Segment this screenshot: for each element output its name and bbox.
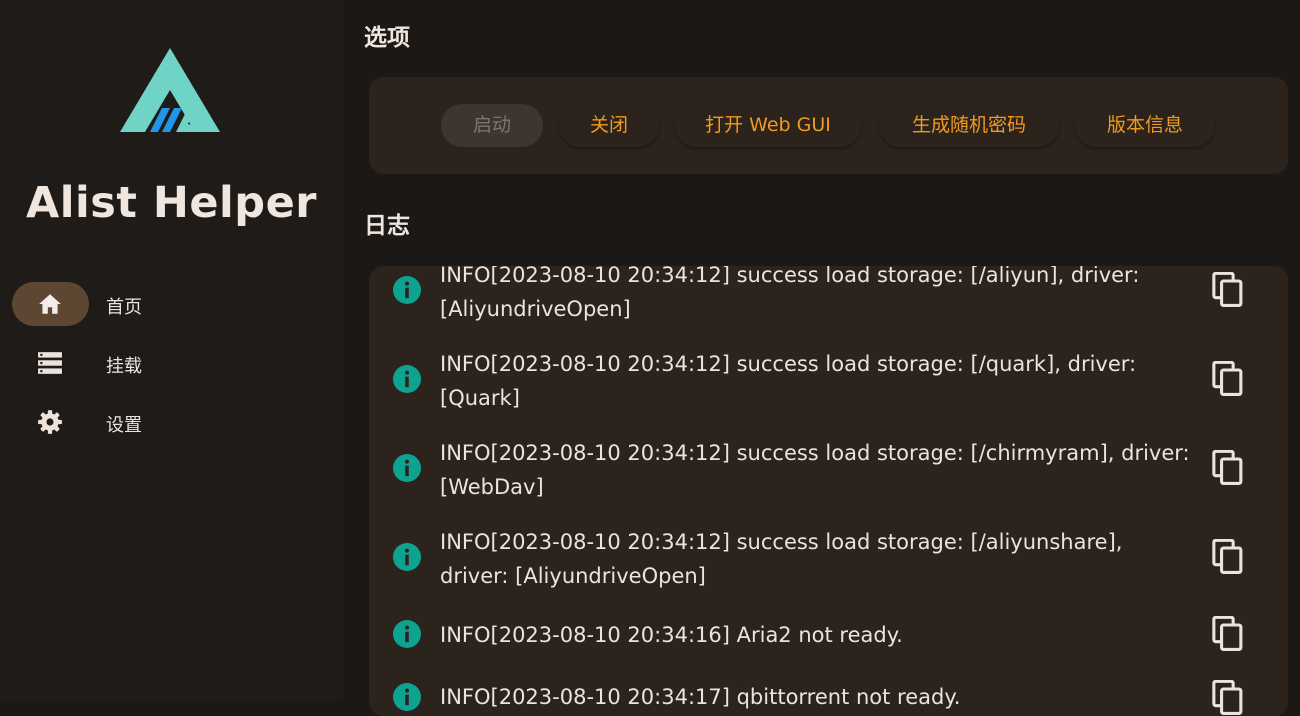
log-line-2: [WebDav] — [440, 475, 544, 499]
info-icon — [393, 620, 421, 648]
open-web-gui-button[interactable]: 打开 Web GUI — [675, 104, 861, 147]
log-text: INFO[2023-08-10 20:34:16] Aria2 not read… — [440, 618, 1190, 652]
logs-section-title: 日志 — [364, 213, 410, 239]
copy-icon[interactable] — [1212, 450, 1244, 486]
nav-label-home: 首页 — [106, 297, 142, 318]
copy-icon[interactable] — [1212, 616, 1244, 652]
log-line-1: INFO[2023-08-10 20:34:12] success load s… — [440, 530, 1123, 554]
log-line-2: [Quark] — [440, 386, 520, 410]
log-list[interactable]: INFO[2023-08-10 20:34:12] success load s… — [369, 266, 1288, 716]
nav-label-settings: 设置 — [106, 415, 142, 436]
nav-label-mount: 挂载 — [106, 356, 142, 377]
app-title: Alist Helper — [26, 178, 317, 228]
info-icon — [393, 276, 421, 304]
main-content: 选项 启动 关闭 打开 Web GUI 生成随机密码 版本信息 日志 INFO[… — [343, 0, 1300, 716]
log-line-1: INFO[2023-08-10 20:34:12] success load s… — [440, 441, 1190, 465]
home-icon — [39, 294, 61, 314]
log-text: INFO[2023-08-10 20:34:12] success load s… — [440, 525, 1190, 593]
log-text: INFO[2023-08-10 20:34:12] success load s… — [440, 347, 1190, 415]
nav-item-settings[interactable]: 设置 — [12, 400, 312, 444]
log-text: INFO[2023-08-10 20:34:12] success load s… — [440, 436, 1190, 504]
log-line-2: driver: [AliyundriveOpen] — [440, 564, 706, 588]
log-line-2: [AliyundriveOpen] — [440, 297, 631, 321]
sidebar: Alist Helper 首页 挂载 设置 — [0, 0, 343, 702]
log-line-1: INFO[2023-08-10 20:34:12] success load s… — [440, 352, 1137, 376]
nav-item-home[interactable]: 首页 — [12, 282, 312, 326]
version-info-button[interactable]: 版本信息 — [1075, 104, 1215, 147]
info-icon — [393, 543, 421, 571]
nav-item-mount[interactable]: 挂载 — [12, 341, 312, 385]
log-text: INFO[2023-08-10 20:34:17] qbittorrent no… — [440, 680, 1190, 714]
copy-icon[interactable] — [1212, 680, 1244, 716]
options-section-title: 选项 — [364, 25, 410, 51]
copy-icon[interactable] — [1212, 361, 1244, 397]
generate-password-button[interactable]: 生成随机密码 — [879, 104, 1059, 147]
copy-icon[interactable] — [1212, 539, 1244, 575]
info-icon — [393, 365, 421, 393]
start-button[interactable]: 启动 — [441, 104, 543, 147]
log-text: INFO[2023-08-10 20:34:12] success load s… — [440, 266, 1190, 326]
log-line-1: INFO[2023-08-10 20:34:16] Aria2 not read… — [440, 623, 903, 647]
options-card: 启动 关闭 打开 Web GUI 生成随机密码 版本信息 — [369, 77, 1288, 174]
info-icon — [393, 683, 421, 711]
gear-icon — [38, 410, 62, 434]
stop-button[interactable]: 关闭 — [559, 104, 659, 147]
alist-logo — [120, 48, 220, 132]
log-line-1: INFO[2023-08-10 20:34:12] success load s… — [440, 266, 1140, 287]
log-line-1: INFO[2023-08-10 20:34:17] qbittorrent no… — [440, 685, 961, 709]
storage-icon — [38, 352, 62, 374]
info-icon — [393, 454, 421, 482]
copy-icon[interactable] — [1212, 272, 1244, 308]
